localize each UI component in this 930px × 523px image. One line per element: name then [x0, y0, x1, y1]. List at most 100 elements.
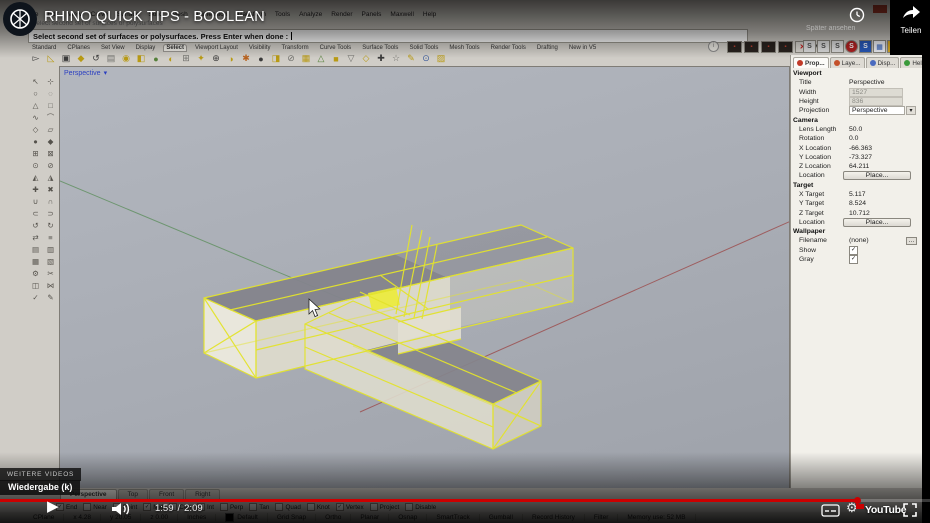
menu-item[interactable]: Help: [423, 11, 436, 18]
toolbar-icon[interactable]: ▻: [30, 53, 42, 65]
property-value[interactable]: 10.712: [849, 210, 870, 217]
command-prompt[interactable]: Select second set of surfaces or polysur…: [28, 29, 748, 43]
property-row[interactable]: Y Target 8.524: [791, 199, 922, 208]
tool-palette-icon[interactable]: ⊹: [43, 75, 58, 87]
export-toolbar-icon[interactable]: S: [845, 40, 858, 53]
toolbar-tab[interactable]: Display: [134, 45, 158, 51]
status-pane[interactable]: Inches: [178, 514, 217, 521]
tool-palette-icon[interactable]: ≡: [43, 231, 58, 243]
property-row[interactable]: Gray ✓: [791, 255, 922, 265]
volume-button[interactable]: [111, 502, 135, 516]
toolbar-icon[interactable]: ↺: [90, 53, 102, 65]
property-value[interactable]: 50.0: [849, 126, 862, 133]
checkbox[interactable]: [83, 503, 92, 511]
viewport-title[interactable]: Perspective ▾: [64, 69, 107, 78]
checkbox[interactable]: [275, 503, 284, 511]
property-value[interactable]: 836: [849, 97, 903, 107]
status-pane[interactable]: Planar: [351, 514, 390, 521]
tool-palette-icon[interactable]: ∿: [28, 111, 43, 123]
status-pane[interactable]: z 0.00: [141, 514, 179, 521]
tool-palette-icon[interactable]: ∪: [28, 195, 43, 207]
plugin-toolbar-icon[interactable]: ▪: [727, 41, 742, 53]
property-value[interactable]: 64.211: [849, 163, 869, 170]
panel-tab[interactable]: Laye...: [829, 57, 865, 68]
tool-palette-icon[interactable]: □: [43, 99, 58, 111]
property-value[interactable]: 0.0: [849, 135, 858, 142]
property-row[interactable]: Wallpaper: [791, 227, 922, 236]
property-value[interactable]: ✓: [849, 255, 858, 265]
property-row[interactable]: X Location -66.363: [791, 143, 922, 152]
toolbar-tab[interactable]: Curve Tools: [318, 45, 354, 51]
checkbox[interactable]: [219, 503, 228, 511]
tool-palette-icon[interactable]: ✎: [43, 291, 58, 303]
toolbar-icon[interactable]: ▤: [105, 53, 117, 65]
tool-palette-icon[interactable]: ⊠: [43, 147, 58, 159]
export-toolbar-icon[interactable]: S: [817, 40, 830, 53]
status-pane[interactable]: SmartTrack: [427, 514, 480, 521]
close-button[interactable]: [873, 5, 887, 13]
toolbar-icon[interactable]: ▨: [435, 53, 447, 65]
property-row[interactable]: Filename (none): [791, 236, 922, 246]
status-pane[interactable]: Gumball: [480, 514, 523, 521]
toolbar-icon[interactable]: ◉: [120, 53, 132, 65]
property-value[interactable]: 5.117: [849, 191, 866, 198]
toolbar-icon[interactable]: ◺: [45, 53, 57, 65]
status-pane[interactable]: Memory use: 52 MB: [618, 514, 696, 521]
panel-tab[interactable]: Prop...: [793, 57, 829, 68]
property-row[interactable]: Z Target 10.712: [791, 208, 922, 217]
toolbar-icon[interactable]: ⊞: [180, 53, 192, 65]
osnap-toggle[interactable]: Quad: [275, 503, 301, 511]
toolbar-icon[interactable]: ▣: [60, 53, 72, 65]
tool-palette-icon[interactable]: ●: [28, 135, 43, 147]
toolbar-icon[interactable]: ●: [255, 53, 267, 65]
subtitles-button[interactable]: [821, 504, 840, 517]
tool-palette-icon[interactable]: ✚: [28, 183, 43, 195]
tool-palette-icon[interactable]: ↻: [43, 219, 58, 231]
menu-item[interactable]: Analyze: [299, 11, 322, 18]
toolbar-tab[interactable]: Solid Tools: [407, 45, 440, 51]
property-row[interactable]: Lens Length 50.0: [791, 125, 922, 134]
tool-palette-icon[interactable]: ✓: [28, 291, 43, 303]
progress-bar[interactable]: [0, 497, 930, 504]
tool-palette-icon[interactable]: ⊘: [43, 159, 58, 171]
toolbar-tab[interactable]: Mesh Tools: [447, 45, 481, 51]
watch-later-icon[interactable]: [849, 7, 865, 23]
viewport-tab[interactable]: Right: [185, 489, 221, 499]
settings-button[interactable]: ⚙: [846, 500, 864, 516]
property-row[interactable]: X Target 5.117: [791, 190, 922, 199]
viewport-perspective[interactable]: Perspective ▾: [59, 66, 790, 491]
toolbar-icon[interactable]: ▽: [345, 53, 357, 65]
tool-palette-icon[interactable]: ⌒: [43, 111, 58, 123]
toolbar-tab[interactable]: Transform: [279, 45, 310, 51]
menu-item[interactable]: Tools: [275, 11, 290, 18]
toolbar-icon[interactable]: ●: [150, 53, 162, 65]
property-row[interactable]: Show ✓: [791, 245, 922, 255]
toolbar-icon[interactable]: ◑: [225, 53, 237, 65]
property-value[interactable]: Place...: [843, 217, 911, 227]
property-value[interactable]: Perspective: [849, 106, 905, 116]
export-toolbar-icon[interactable]: ▦: [873, 40, 886, 53]
property-value[interactable]: 1527: [849, 87, 903, 97]
property-value[interactable]: ✓: [849, 245, 858, 255]
property-row[interactable]: Location Place...: [791, 171, 922, 181]
toolbar-icon[interactable]: ◐: [165, 53, 177, 65]
tool-palette-icon[interactable]: ⇄: [28, 231, 43, 243]
status-pane[interactable]: x 4.28: [64, 514, 102, 521]
tool-palette-icon[interactable]: ↺: [28, 219, 43, 231]
property-row[interactable]: Z Location 64.211: [791, 162, 922, 171]
tool-palette-icon[interactable]: ▥: [43, 243, 58, 255]
tool-palette-icon[interactable]: ⊂: [28, 207, 43, 219]
toolbar-icon[interactable]: ◆: [75, 53, 87, 65]
toolbar-tab[interactable]: New in V5: [567, 45, 598, 51]
tool-palette-icon[interactable]: ⊃: [43, 207, 58, 219]
tool-palette-icon[interactable]: ⋈: [43, 279, 58, 291]
tool-palette-icon[interactable]: ⚙: [28, 267, 43, 279]
tool-palette-icon[interactable]: ⊙: [28, 159, 43, 171]
viewport-tab[interactable]: Front: [148, 489, 185, 499]
info-icon[interactable]: i: [708, 41, 719, 52]
checkbox[interactable]: [306, 503, 315, 511]
property-value[interactable]: Place...: [843, 171, 911, 181]
property-row[interactable]: Width 1527: [791, 87, 922, 97]
status-pane[interactable]: Filter: [585, 514, 619, 521]
property-row[interactable]: Target: [791, 181, 922, 190]
